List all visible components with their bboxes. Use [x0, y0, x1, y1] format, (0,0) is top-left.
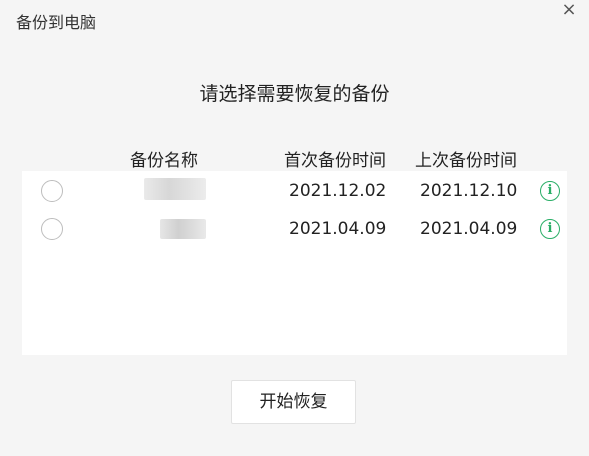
backup-list: 2021.12.02 2021.12.10 i 2021.04.09 2021.… — [22, 171, 567, 355]
column-header-name: 备份名称 — [130, 151, 198, 171]
close-icon[interactable]: × — [558, 0, 580, 22]
backup-radio[interactable] — [41, 218, 63, 240]
backup-row[interactable]: 2021.12.02 2021.12.10 i — [22, 172, 567, 210]
start-restore-button[interactable]: 开始恢复 — [231, 380, 356, 424]
backup-name-redacted — [144, 178, 206, 200]
last-backup-date: 2021.12.10 — [420, 181, 518, 201]
first-backup-date: 2021.04.09 — [289, 219, 387, 239]
backup-name-redacted — [160, 219, 206, 239]
backup-radio[interactable] — [41, 180, 63, 202]
info-icon[interactable]: i — [540, 219, 560, 239]
column-header-first-backup: 首次备份时间 — [284, 151, 386, 171]
backup-row[interactable]: 2021.04.09 2021.04.09 i — [22, 210, 567, 248]
last-backup-date: 2021.04.09 — [420, 219, 518, 239]
backup-dialog: 备份到电脑 × 请选择需要恢复的备份 备份名称 首次备份时间 上次备份时间 20… — [0, 0, 589, 456]
first-backup-date: 2021.12.02 — [289, 181, 387, 201]
column-header-last-backup: 上次备份时间 — [415, 151, 517, 171]
window-title: 备份到电脑 — [16, 13, 97, 32]
page-heading: 请选择需要恢复的备份 — [199, 83, 390, 105]
info-icon[interactable]: i — [540, 181, 560, 201]
